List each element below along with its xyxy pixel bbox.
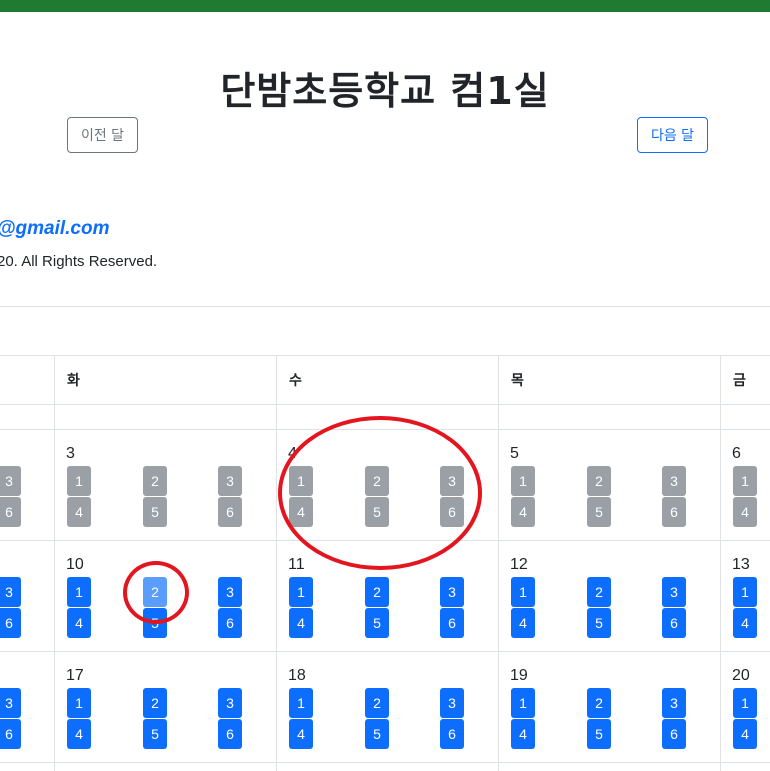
date-number: 4	[288, 445, 297, 462]
period-slot[interactable]: 1	[289, 577, 313, 607]
period-slot[interactable]: 4	[289, 497, 313, 527]
period-slot[interactable]: 3	[218, 688, 242, 718]
period-slot[interactable]: 1	[67, 688, 91, 718]
copyright-text: 20. All Rights Reserved.	[0, 253, 158, 270]
period-slot[interactable]: 3	[440, 688, 464, 718]
table-divider	[0, 651, 770, 652]
period-slot[interactable]: 3	[662, 577, 686, 607]
date-number: 5	[510, 445, 519, 462]
date-number: 12	[510, 556, 528, 573]
period-slot[interactable]: 5	[143, 608, 167, 638]
period-slot[interactable]: 4	[289, 608, 313, 638]
table-divider	[0, 762, 770, 763]
date-number: 20	[732, 667, 750, 684]
period-slot[interactable]: 2	[587, 688, 611, 718]
period-slot[interactable]: 2	[365, 466, 389, 496]
period-slot[interactable]: 1	[289, 688, 313, 718]
period-slot[interactable]: 2	[365, 688, 389, 718]
date-number: 17	[66, 667, 84, 684]
period-slot[interactable]: 4	[733, 719, 757, 749]
period-slot[interactable]: 1	[733, 466, 757, 496]
date-number: 10	[66, 556, 84, 573]
period-slot[interactable]: 6	[662, 608, 686, 638]
period-slot[interactable]: 6	[440, 608, 464, 638]
column-divider	[54, 355, 55, 771]
period-slot[interactable]: 5	[143, 497, 167, 527]
period-slot[interactable]: 2	[587, 577, 611, 607]
period-slot[interactable]: 6	[218, 719, 242, 749]
period-slot[interactable]: 5	[365, 719, 389, 749]
period-slot[interactable]: 3	[0, 466, 21, 496]
period-slot[interactable]: 2	[143, 466, 167, 496]
period-slot[interactable]: 5	[587, 497, 611, 527]
period-slot[interactable]: 3	[0, 688, 21, 718]
period-slot[interactable]: 4	[67, 719, 91, 749]
period-slot[interactable]: 1	[733, 577, 757, 607]
period-slot[interactable]: 4	[733, 497, 757, 527]
period-slot[interactable]: 1	[67, 466, 91, 496]
period-slot[interactable]: 2	[587, 466, 611, 496]
column-divider	[276, 355, 277, 771]
period-slot[interactable]: 6	[218, 608, 242, 638]
table-divider	[0, 306, 770, 307]
date-number: 18	[288, 667, 306, 684]
period-slot[interactable]: 1	[511, 577, 535, 607]
period-slot[interactable]: 1	[733, 688, 757, 718]
period-slot[interactable]: 3	[218, 466, 242, 496]
period-slot[interactable]: 4	[67, 497, 91, 527]
period-slot[interactable]: 5	[587, 608, 611, 638]
period-slot[interactable]: 3	[218, 577, 242, 607]
date-number: 19	[510, 667, 528, 684]
table-divider	[0, 355, 770, 356]
day-header: 금	[733, 373, 746, 389]
period-slot[interactable]: 2	[143, 577, 167, 607]
period-slot[interactable]: 4	[511, 608, 535, 638]
page-title: 단밤초등학교 컴1실	[220, 69, 550, 113]
next-month-button[interactable]: 다음 달	[637, 117, 708, 153]
date-number: 3	[66, 445, 75, 462]
period-slot[interactable]: 6	[0, 719, 21, 749]
period-slot[interactable]: 4	[733, 608, 757, 638]
period-slot[interactable]: 1	[511, 466, 535, 496]
period-slot[interactable]: 5	[143, 719, 167, 749]
header-bar	[0, 0, 770, 12]
period-slot[interactable]: 5	[365, 608, 389, 638]
table-divider	[0, 404, 770, 405]
period-slot[interactable]: 4	[67, 608, 91, 638]
prev-month-button[interactable]: 이전 달	[67, 117, 138, 153]
table-divider	[0, 429, 770, 430]
period-slot[interactable]: 3	[662, 466, 686, 496]
period-slot[interactable]: 3	[440, 577, 464, 607]
period-slot[interactable]: 6	[440, 719, 464, 749]
period-slot[interactable]: 4	[511, 497, 535, 527]
period-slot[interactable]: 2	[365, 577, 389, 607]
period-slot[interactable]: 3	[0, 577, 21, 607]
column-divider	[720, 355, 721, 771]
period-slot[interactable]: 2	[143, 688, 167, 718]
period-slot[interactable]: 3	[440, 466, 464, 496]
period-slot[interactable]: 6	[662, 497, 686, 527]
date-number: 6	[732, 445, 741, 462]
date-number: 13	[732, 556, 750, 573]
period-slot[interactable]: 6	[662, 719, 686, 749]
column-divider	[498, 355, 499, 771]
contact-email[interactable]: @gmail.com	[0, 218, 110, 240]
table-divider	[0, 540, 770, 541]
day-header: 목	[511, 373, 524, 389]
period-slot[interactable]: 6	[0, 497, 21, 527]
period-slot[interactable]: 1	[511, 688, 535, 718]
period-slot[interactable]: 6	[0, 608, 21, 638]
period-slot[interactable]: 1	[67, 577, 91, 607]
period-slot[interactable]: 6	[218, 497, 242, 527]
period-slot[interactable]: 3	[662, 688, 686, 718]
day-header: 화	[67, 373, 80, 389]
period-slot[interactable]: 4	[289, 719, 313, 749]
period-slot[interactable]: 5	[365, 497, 389, 527]
date-number: 11	[288, 556, 305, 573]
period-slot[interactable]: 5	[587, 719, 611, 749]
day-header: 수	[289, 373, 302, 389]
period-slot[interactable]: 6	[440, 497, 464, 527]
period-slot[interactable]: 1	[289, 466, 313, 496]
period-slot[interactable]: 4	[511, 719, 535, 749]
